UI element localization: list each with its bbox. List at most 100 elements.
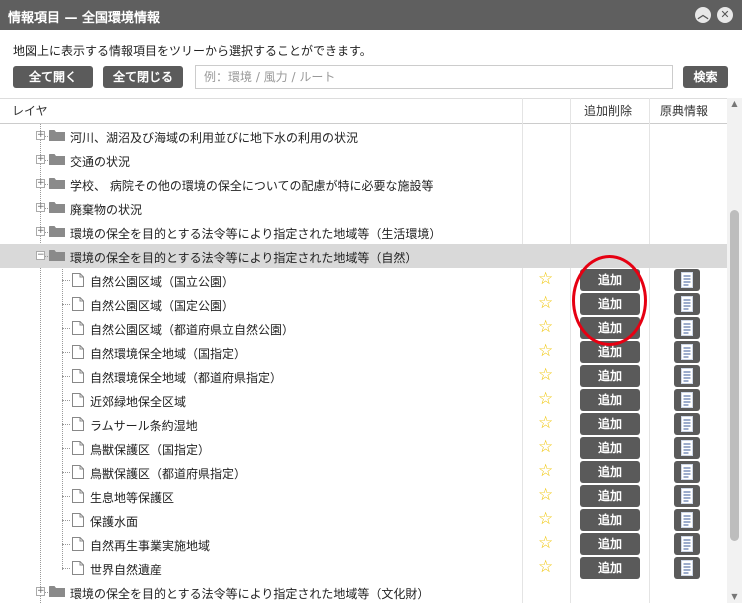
folder-icon <box>49 201 65 214</box>
tree-folder-label: 環境の保全を目的とする法令等により指定された地域等（自然） <box>70 251 418 265</box>
expand-toggle-icon[interactable]: + <box>36 203 45 212</box>
tree-folder-label: 環境の保全を目的とする法令等により指定された地域等（文化財） <box>70 587 430 601</box>
expand-toggle-icon[interactable]: + <box>36 179 45 188</box>
tree-folder-row[interactable]: + 河川、湖沼及び海域の利用並びに地下水の利用の状況 <box>0 124 727 148</box>
chevron-up-icon[interactable]: ︿ <box>695 7 711 23</box>
source-info-button[interactable] <box>674 365 700 387</box>
document-icon <box>72 489 84 503</box>
star-icon[interactable]: ☆ <box>538 558 553 576</box>
add-layer-button[interactable]: 追加 <box>580 293 640 315</box>
add-layer-button[interactable]: 追加 <box>580 365 640 387</box>
grid-header: レイヤ 追加削除 原典情報 <box>0 98 727 124</box>
source-info-button[interactable] <box>674 413 700 435</box>
tree-folder-row[interactable]: + 廃棄物の状況 <box>0 196 727 220</box>
add-layer-button[interactable]: 追加 <box>580 533 640 555</box>
tree-layer-row: 保護水面 ☆ 追加 <box>0 508 727 532</box>
tree-line <box>62 280 70 281</box>
document-icon <box>72 465 84 479</box>
search-button[interactable]: 検索 <box>683 66 728 88</box>
tree-layer-label: 自然公園区域（都道府県立自然公園） <box>90 323 295 337</box>
add-layer-button[interactable]: 追加 <box>580 341 640 363</box>
close-icon[interactable]: ✕ <box>717 7 733 23</box>
folder-icon <box>49 249 65 262</box>
tree-folder-row[interactable]: + 環境の保全を目的とする法令等により指定された地域等（文化財） <box>0 580 727 603</box>
add-layer-button[interactable]: 追加 <box>580 461 640 483</box>
search-input[interactable] <box>195 65 673 89</box>
tree-layer-row: ラムサール条約湿地 ☆ 追加 <box>0 412 727 436</box>
star-icon[interactable]: ☆ <box>538 318 553 336</box>
tree-layer-label: ラムサール条約湿地 <box>90 419 198 433</box>
expand-toggle-icon[interactable]: + <box>36 155 45 164</box>
tree-line <box>62 376 70 377</box>
document-icon <box>72 321 84 335</box>
tree-layer-row: 自然再生事業実施地域 ☆ 追加 <box>0 532 727 556</box>
column-header-add-remove: 追加削除 <box>584 104 633 118</box>
tree-layer-label: 鳥獣保護区（都道府県指定） <box>90 467 247 481</box>
expand-all-button[interactable]: 全て開く <box>13 66 93 88</box>
tree-line <box>62 520 70 521</box>
add-layer-button[interactable]: 追加 <box>580 557 640 579</box>
collapse-all-button[interactable]: 全て閉じる <box>103 66 183 88</box>
add-layer-button[interactable]: 追加 <box>580 389 640 411</box>
add-layer-button[interactable]: 追加 <box>580 485 640 507</box>
star-icon[interactable]: ☆ <box>538 510 553 528</box>
add-layer-button[interactable]: 追加 <box>580 269 640 291</box>
star-icon[interactable]: ☆ <box>538 342 553 360</box>
tree-line <box>62 352 70 353</box>
tree-folder-row[interactable]: + 交通の状況 <box>0 148 727 172</box>
add-layer-button[interactable]: 追加 <box>580 437 640 459</box>
add-layer-button[interactable]: 追加 <box>580 413 640 435</box>
source-info-button[interactable] <box>674 293 700 315</box>
source-info-button[interactable] <box>674 341 700 363</box>
column-header-layer: レイヤ <box>12 104 48 118</box>
tree-folder-label: 廃棄物の状況 <box>70 203 143 217</box>
star-icon[interactable]: ☆ <box>538 294 553 312</box>
star-icon[interactable]: ☆ <box>538 414 553 432</box>
source-info-button[interactable] <box>674 389 700 411</box>
source-info-button[interactable] <box>674 509 700 531</box>
source-info-button[interactable] <box>674 533 700 555</box>
source-info-button[interactable] <box>674 461 700 483</box>
expand-toggle-icon[interactable]: + <box>36 227 45 236</box>
star-icon[interactable]: ☆ <box>538 534 553 552</box>
scroll-down-icon[interactable]: ▼ <box>727 591 742 603</box>
add-layer-button[interactable]: 追加 <box>580 317 640 339</box>
star-icon[interactable]: ☆ <box>538 438 553 456</box>
tree-folder-label: 環境の保全を目的とする法令等により指定された地域等（生活環境） <box>70 227 442 241</box>
tree-line <box>62 496 70 497</box>
document-icon <box>72 393 84 407</box>
source-info-button[interactable] <box>674 557 700 579</box>
layer-tree: + 河川、湖沼及び海域の利用並びに地下水の利用の状況 + 交通の状況 + 学校、 病院その… <box>0 124 727 603</box>
document-icon <box>72 297 84 311</box>
tree-layer-row: 自然公園区域（国立公園） ☆ 追加 <box>0 268 727 292</box>
collapse-toggle-icon[interactable]: − <box>36 251 45 260</box>
folder-icon <box>49 225 65 238</box>
star-icon[interactable]: ☆ <box>538 270 553 288</box>
tree-folder-label: 河川、湖沼及び海域の利用並びに地下水の利用の状況 <box>70 131 359 145</box>
source-info-button[interactable] <box>674 437 700 459</box>
tree-layer-row: 近郊緑地保全区域 ☆ 追加 <box>0 388 727 412</box>
source-info-button[interactable] <box>674 317 700 339</box>
star-icon[interactable]: ☆ <box>538 462 553 480</box>
document-icon <box>72 417 84 431</box>
expand-toggle-icon[interactable]: + <box>36 131 45 140</box>
scrollbar[interactable]: ▲ ▼ <box>727 98 742 603</box>
scroll-thumb[interactable] <box>730 210 739 541</box>
source-info-button[interactable] <box>674 269 700 291</box>
document-icon <box>72 369 84 383</box>
tree-line <box>62 328 70 329</box>
tree-folder-row[interactable]: + 環境の保全を目的とする法令等により指定された地域等（生活環境） <box>0 220 727 244</box>
add-layer-button[interactable]: 追加 <box>580 509 640 531</box>
source-info-button[interactable] <box>674 485 700 507</box>
tree-folder-row[interactable]: − 環境の保全を目的とする法令等により指定された地域等（自然） <box>0 244 727 268</box>
document-icon <box>72 561 84 575</box>
scroll-up-icon[interactable]: ▲ <box>727 98 742 110</box>
tree-folder-row[interactable]: + 学校、 病院その他の環境の保全についての配慮が特に必要な施設等 <box>0 172 727 196</box>
star-icon[interactable]: ☆ <box>538 390 553 408</box>
star-icon[interactable]: ☆ <box>538 366 553 384</box>
star-icon[interactable]: ☆ <box>538 486 553 504</box>
tree-line <box>62 424 70 425</box>
tree-layer-label: 保護水面 <box>90 515 139 529</box>
tree-layer-row: 鳥獣保護区（国指定） ☆ 追加 <box>0 436 727 460</box>
expand-toggle-icon[interactable]: + <box>36 587 45 596</box>
